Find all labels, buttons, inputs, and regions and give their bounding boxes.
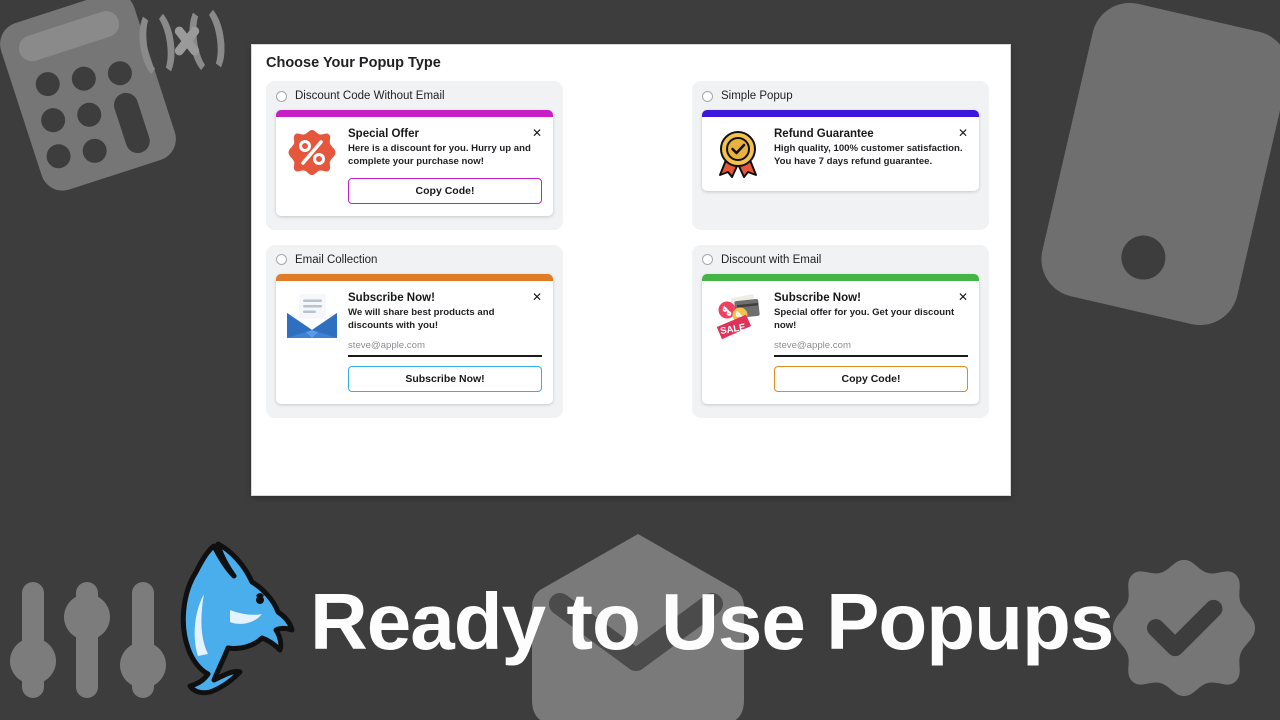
phone-home-button: [1117, 231, 1170, 284]
phone-icon: [1033, 0, 1280, 333]
dolphin-shape: [180, 541, 295, 696]
popup-accent-bar: [276, 110, 553, 117]
calculator-key-tall: [110, 89, 153, 157]
option-card-simple-popup[interactable]: Simple Popup Refund Guarantee ✕ High qua…: [692, 81, 989, 230]
popup-description: Here is a discount for you. Hurry up and…: [348, 143, 531, 168]
copy-code-button[interactable]: Copy Code!: [348, 177, 542, 204]
medal-shape: [719, 131, 757, 178]
option-header[interactable]: Discount Code Without Email: [276, 90, 553, 102]
popup-preview: SALE Subscribe Now! ✕ Special offer for …: [702, 273, 979, 404]
sliders-icon: [10, 568, 174, 698]
option-label: Simple Popup: [721, 90, 793, 102]
slider-knob: [120, 642, 166, 688]
calculator-icon: [0, 0, 182, 197]
open-envelope-shape: [287, 293, 337, 338]
option-card-discount-code-without-email[interactable]: Discount Code Without Email Special Offe…: [266, 81, 563, 230]
popup-description: Special offer for you. Get your discount…: [774, 307, 955, 331]
slider-track: [22, 582, 44, 698]
close-icon[interactable]: ✕: [526, 291, 542, 303]
option-label: Discount with Email: [721, 253, 822, 266]
option-header[interactable]: Simple Popup: [702, 90, 979, 102]
medal-check-icon: [711, 127, 765, 179]
open-envelope-icon: [285, 291, 339, 392]
subscribe-now-button[interactable]: Subscribe Now!: [348, 365, 542, 392]
calculator-key: [79, 135, 110, 166]
option-header[interactable]: Email Collection: [276, 254, 553, 266]
paren-right-icon: [185, 1, 229, 79]
option-header[interactable]: Discount with Email: [702, 254, 979, 266]
email-input[interactable]: steve@apple.com: [348, 340, 542, 357]
option-label: Discount Code Without Email: [295, 90, 445, 102]
radio-discount-with-email[interactable]: [702, 254, 713, 266]
sale-tag-shape: SALE: [716, 294, 760, 340]
calculator-screen: [15, 7, 123, 65]
close-icon[interactable]: ✕: [952, 127, 968, 139]
slider-knob: [10, 638, 56, 684]
calculator-key: [32, 68, 63, 100]
popup-accent-bar: [276, 273, 553, 281]
percent-badge-shape: [288, 130, 336, 175]
sale-tag-icon: SALE: [711, 291, 765, 392]
verified-check-badge-icon: [1110, 554, 1258, 702]
discount-percent-badge-icon: [285, 127, 339, 204]
popup-title: Refund Guarantee: [774, 128, 874, 140]
close-icon[interactable]: ✕: [526, 127, 542, 139]
popup-title: Subscribe Now!: [348, 291, 435, 304]
popup-type-panel: Choose Your Popup Type Discount Code Wit…: [251, 44, 1011, 496]
popup-description: High quality, 100% customer satisfaction…: [774, 143, 963, 168]
formula-x-icon: [135, 1, 230, 86]
popup-accent-bar: [702, 273, 979, 281]
slider-track: [76, 582, 98, 698]
calculator-key: [68, 63, 99, 94]
email-input[interactable]: steve@apple.com: [774, 340, 968, 357]
close-icon[interactable]: ✕: [952, 291, 968, 303]
badge-shape: [1112, 559, 1256, 697]
radio-simple-popup[interactable]: [702, 90, 713, 102]
calculator-key: [74, 99, 105, 130]
popup-title: Special Offer: [348, 128, 419, 140]
popup-description: We will share best products and discount…: [348, 307, 495, 331]
option-card-email-collection[interactable]: Email Collection Subscribe Now! ✕ We wil…: [266, 244, 563, 418]
calculator-key: [104, 58, 136, 89]
copy-code-button[interactable]: Copy Code!: [774, 365, 968, 392]
dolphin-icon: [170, 538, 300, 698]
option-card-discount-with-email[interactable]: Discount with Email SALE Subscribe Now! …: [692, 244, 989, 418]
popup-title: Subscribe Now!: [774, 291, 861, 304]
slider-knob: [64, 594, 110, 640]
calculator-key: [38, 105, 69, 136]
x-glyph-icon: [166, 20, 208, 62]
option-label: Email Collection: [295, 253, 378, 266]
radio-email-collection[interactable]: [276, 254, 287, 266]
popup-preview: Subscribe Now! ✕ We will share best prod…: [276, 273, 553, 404]
popup-preview: Refund Guarantee ✕ High quality, 100% cu…: [702, 110, 979, 191]
page-title: Choose Your Popup Type: [266, 55, 441, 71]
popup-accent-bar: [702, 110, 979, 117]
banner-headline: Ready to Use Popups: [310, 577, 1114, 666]
radio-discount-code-without-email[interactable]: [276, 90, 287, 102]
popup-option-grid: Discount Code Without Email Special Offe…: [266, 81, 998, 418]
slider-track: [132, 582, 154, 698]
calculator-key: [43, 141, 74, 172]
popup-preview: Special Offer ✕ Here is a discount for y…: [276, 110, 553, 216]
paren-left-icon: [135, 5, 179, 83]
